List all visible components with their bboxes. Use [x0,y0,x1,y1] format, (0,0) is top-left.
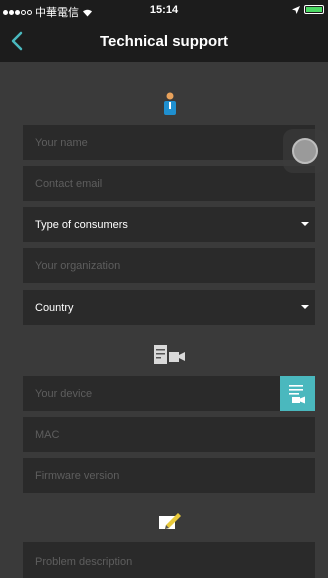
device-list-button[interactable] [280,376,315,411]
dropdown-caret-icon [301,305,309,309]
mac-field[interactable] [23,417,315,452]
firmware-field[interactable] [23,458,315,493]
status-time: 15:14 [149,4,179,16]
organization-field[interactable] [23,248,315,283]
name-input[interactable] [23,125,315,160]
device-input[interactable] [23,376,280,411]
dropdown-caret-icon [301,222,309,226]
page-title: Technical support [99,33,229,50]
email-field[interactable] [23,166,315,201]
firmware-input[interactable] [23,458,315,493]
consumer-type-value: Type of consumers [35,219,128,231]
organization-input[interactable] [23,248,315,283]
nav-bar: Technical support [0,20,328,62]
battery-icon [304,5,324,14]
status-bar: 中華電信 15:14 [0,0,328,20]
device-field[interactable] [23,376,280,411]
status-right [292,5,324,14]
edit-icon [159,513,181,529]
problem-description-field[interactable] [23,542,315,578]
device-icon [154,345,185,364]
name-field[interactable] [23,125,315,160]
email-input[interactable] [23,166,315,201]
person-icon [164,92,176,115]
assistive-touch-icon [292,138,318,164]
device-list-icon [289,385,305,404]
country-select[interactable]: Country [23,290,315,325]
consumer-type-select[interactable]: Type of consumers [23,207,315,242]
country-value: Country [35,302,74,314]
mac-input[interactable] [23,417,315,452]
assistive-touch-button[interactable] [283,129,327,173]
location-icon [292,5,300,14]
problem-description-input[interactable] [23,542,315,578]
